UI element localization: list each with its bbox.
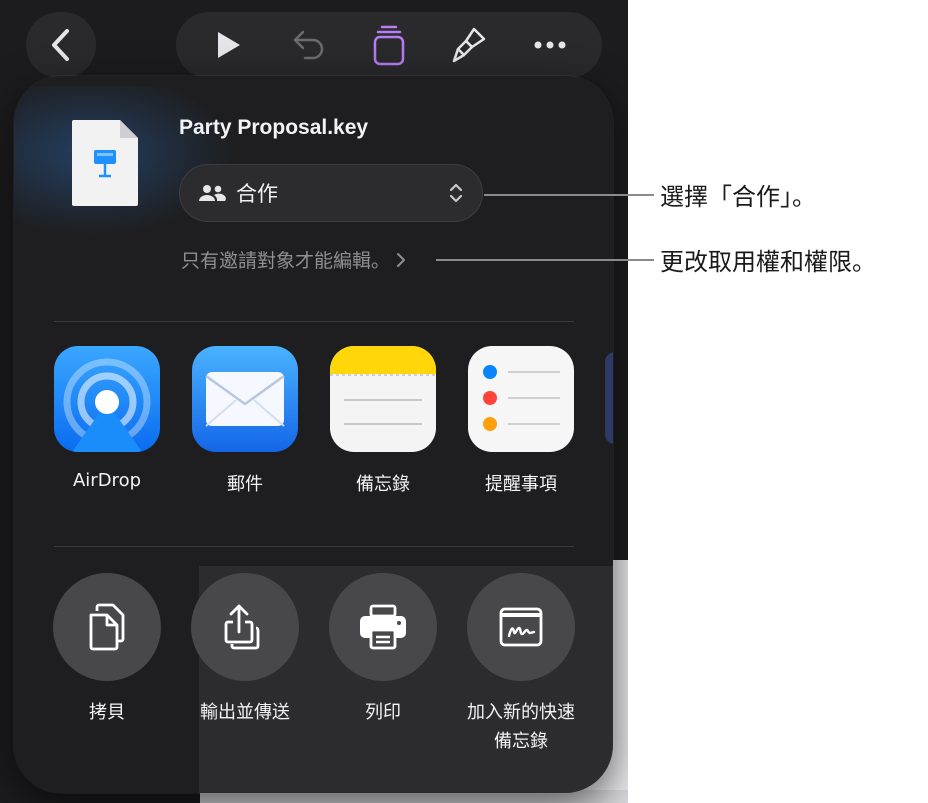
collaborate-button[interactable] (361, 17, 417, 73)
chevron-left-icon (52, 29, 69, 61)
keynote-file-icon (72, 120, 138, 206)
action-print[interactable]: 列印 (318, 573, 448, 727)
action-quick-note[interactable]: 加入新的快速 備忘錄 (456, 573, 586, 756)
chevron-up-down-icon (449, 183, 463, 203)
top-toolbar (176, 12, 602, 78)
copy-button[interactable] (53, 573, 161, 681)
quick-note-icon (499, 607, 543, 647)
app-label: AirDrop (72, 470, 142, 491)
access-permissions-link[interactable]: 只有邀請對象才能編輯。 (181, 246, 406, 273)
divider-bottom (54, 546, 574, 547)
export-icon (224, 604, 260, 650)
export-button[interactable] (191, 573, 299, 681)
play-button[interactable] (200, 17, 256, 73)
action-label: 列印 (365, 702, 401, 723)
app-next-partial[interactable] (605, 352, 613, 444)
back-button[interactable] (26, 12, 96, 78)
action-label: 加入新的快速 備忘錄 (467, 702, 575, 752)
action-export-send[interactable]: 輸出並傳送 (180, 573, 310, 727)
app-notes[interactable]: 備忘錄 (323, 346, 443, 496)
action-label: 拷貝 (89, 702, 125, 723)
share-sheet: Party Proposal.key 合作 只有邀請對象才能編輯。 AirDro… (14, 76, 613, 793)
access-permissions-text: 只有邀請對象才能編輯。 (181, 250, 391, 272)
divider-top (54, 321, 574, 322)
app-label: 備忘錄 (356, 474, 410, 495)
format-button[interactable] (441, 17, 497, 73)
quick-note-button[interactable] (467, 573, 575, 681)
chevron-right-icon (397, 252, 406, 267)
callout-access: 更改取用權和權限。 (660, 248, 876, 276)
undo-icon (293, 30, 323, 60)
printer-icon (360, 604, 406, 650)
play-icon (218, 32, 241, 58)
file-name: Party Proposal.key (179, 116, 369, 139)
callout-line-collab (484, 194, 654, 196)
callout-collab: 選擇「合作」。 (660, 183, 816, 211)
collaboration-mode-label: 合作 (236, 182, 278, 206)
reminders-icon (468, 346, 574, 452)
app-airdrop[interactable]: AirDrop (47, 346, 167, 491)
action-copy[interactable]: 拷貝 (42, 573, 172, 727)
airdrop-icon (54, 346, 160, 452)
app-screen: Party Proposal.key 合作 只有邀請對象才能編輯。 AirDro… (0, 0, 628, 803)
copy-icon (89, 603, 125, 651)
app-label: 提醒事項 (485, 474, 557, 495)
undo-button[interactable] (281, 17, 337, 73)
mail-icon (192, 346, 298, 452)
people-icon (199, 185, 226, 201)
action-label: 輸出並傳送 (200, 702, 290, 723)
callout-line-access (436, 259, 654, 261)
app-reminders[interactable]: 提醒事項 (461, 346, 581, 496)
app-label: 郵件 (227, 474, 263, 495)
print-button[interactable] (329, 573, 437, 681)
paintbrush-icon (453, 27, 486, 63)
more-icon (534, 41, 566, 49)
document-stack-icon (373, 25, 405, 66)
more-button[interactable] (522, 17, 578, 73)
collaboration-mode-select[interactable]: 合作 (179, 164, 483, 222)
notes-icon (330, 346, 436, 452)
app-mail[interactable]: 郵件 (185, 346, 305, 496)
